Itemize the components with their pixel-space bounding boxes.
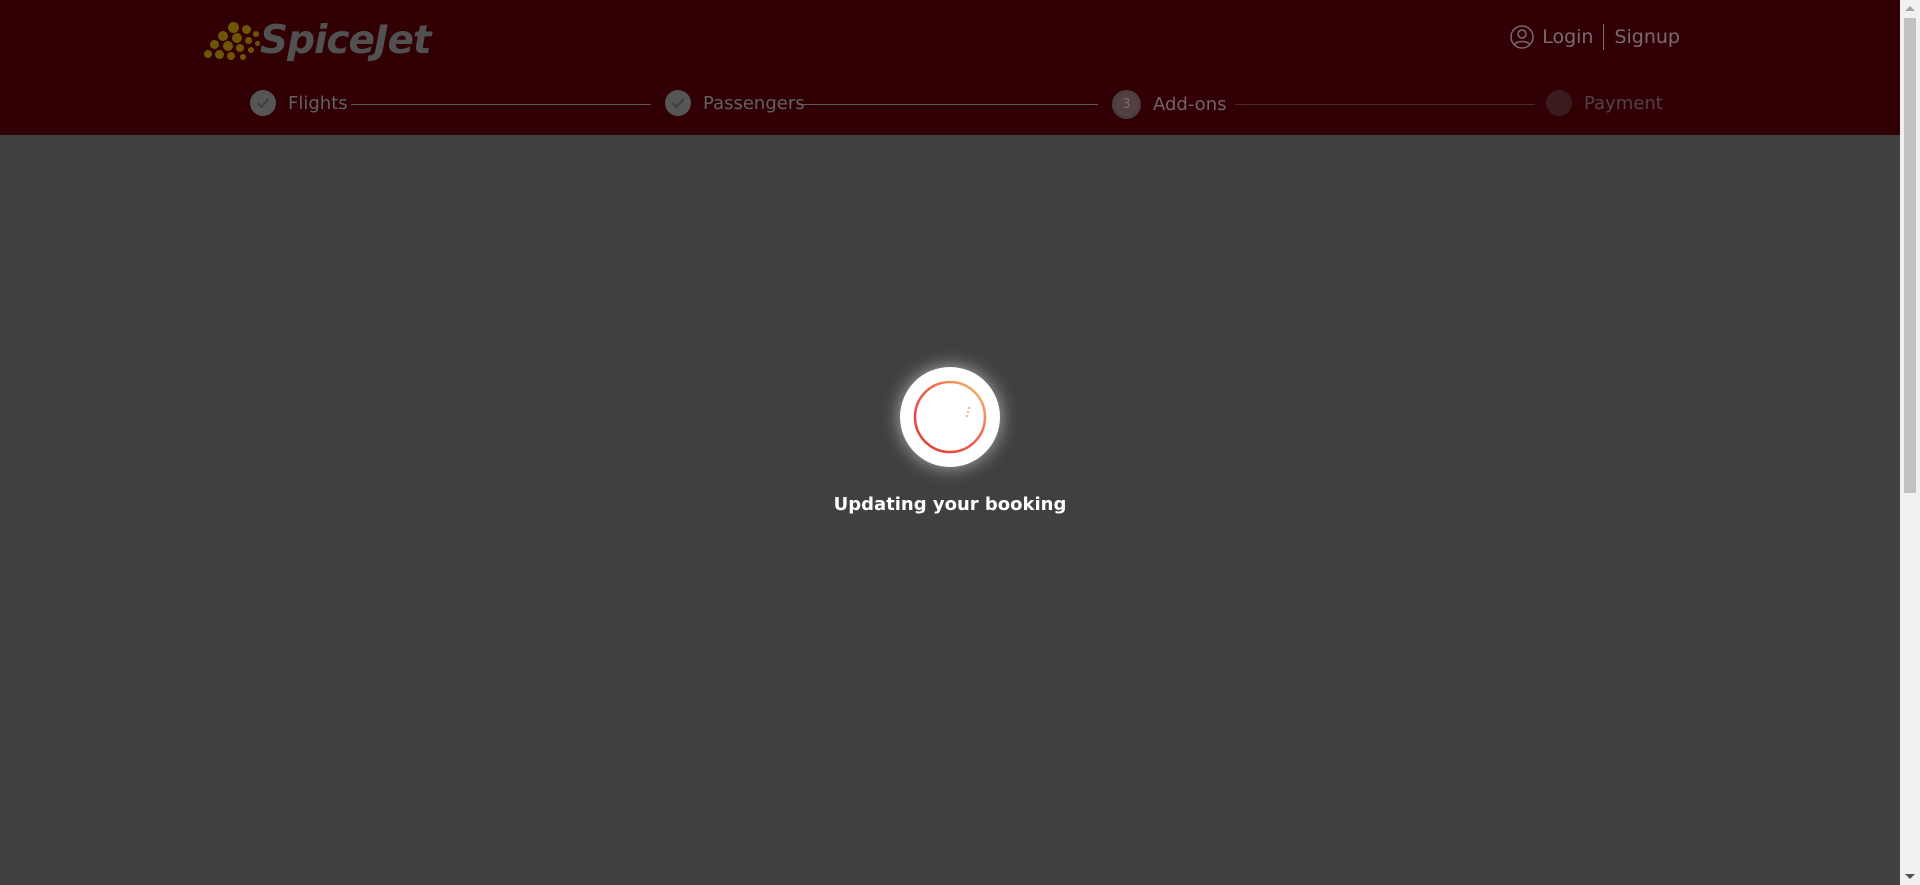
step-flights[interactable]: Flights: [250, 90, 348, 116]
logo-wordmark: SpiceJet: [260, 17, 432, 63]
step-number: 3: [1112, 90, 1141, 119]
step-addons[interactable]: 3 Add-ons: [1112, 90, 1226, 119]
booking-progress-stepper: Flights Passengers 3 Add-ons 4 Payment: [248, 90, 1663, 120]
step-connector: [351, 104, 651, 105]
step-passengers[interactable]: Passengers: [665, 90, 805, 116]
vertical-scrollbar[interactable]: [1900, 0, 1920, 885]
spicejet-logo[interactable]: SpiceJet: [202, 12, 432, 66]
step-payment[interactable]: 4 Payment: [1546, 90, 1663, 116]
scrollbar-thumb[interactable]: [1904, 18, 1916, 493]
loading-spinner: [900, 367, 1000, 467]
step-label: Payment: [1584, 92, 1663, 114]
auth-links: Login Signup: [1510, 24, 1680, 50]
check-icon: [250, 90, 276, 116]
scroll-down-arrow-icon[interactable]: [1905, 874, 1915, 879]
user-icon: [1510, 25, 1534, 49]
step-label: Add-ons: [1153, 94, 1227, 115]
signup-link[interactable]: Signup: [1614, 26, 1680, 48]
site-header: SpiceJet Login Signup Flights Passengers: [0, 0, 1900, 135]
auth-divider: [1603, 24, 1605, 50]
check-icon: [665, 90, 691, 116]
step-connector: [1235, 104, 1535, 105]
step-label: Flights: [288, 92, 348, 114]
login-link[interactable]: Login: [1542, 26, 1593, 48]
spinner-ring-icon: [913, 380, 987, 454]
step-number: 4: [1546, 90, 1572, 116]
step-connector: [798, 104, 1098, 105]
step-label: Passengers: [703, 92, 805, 114]
logo-mark-icon: [202, 12, 262, 66]
loading-message: Updating your booking: [833, 494, 1067, 515]
scroll-up-arrow-icon[interactable]: [1905, 6, 1915, 11]
